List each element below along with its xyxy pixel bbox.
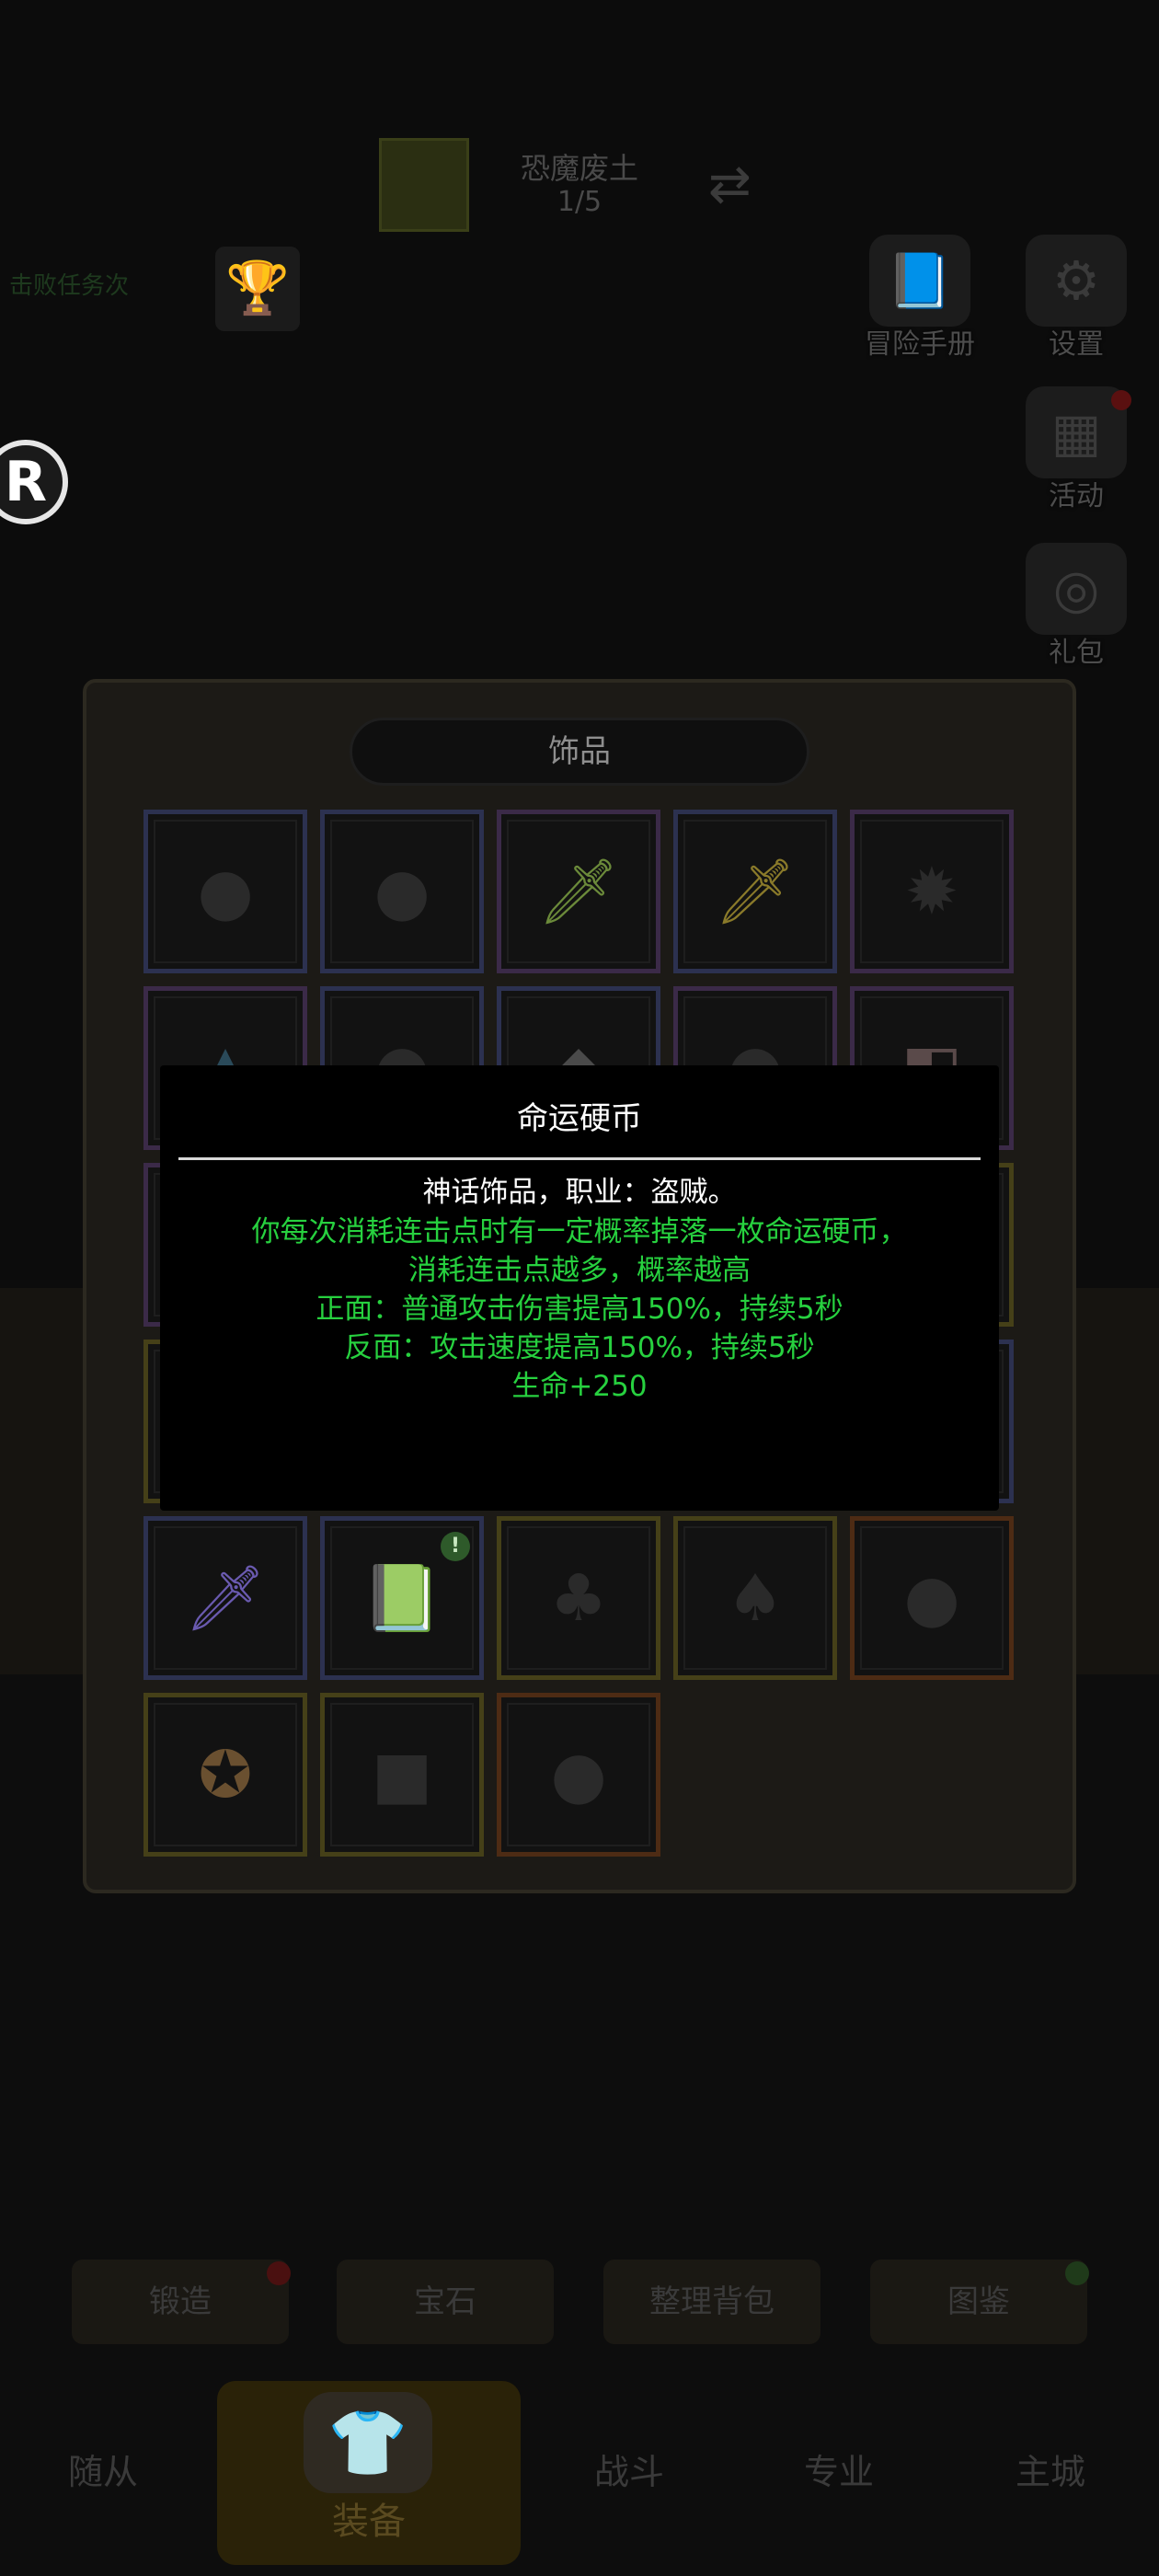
gem-button[interactable]: 宝石	[337, 2260, 554, 2344]
gift-pack-label: 礼包	[1049, 637, 1104, 669]
tooltip-line: 反面：攻击速度提高150%，持续5秒	[344, 1331, 815, 1364]
tooltip-line: 你每次消耗连击点时有一定概率掉落一枚命运硬币，	[251, 1215, 908, 1248]
right-strip	[1076, 1288, 1159, 1674]
accessory-slot[interactable]: ●	[320, 810, 484, 973]
accessory-silhouette-icon: ●	[197, 854, 254, 929]
codex-button[interactable]: 图鉴	[870, 2260, 1087, 2344]
tooltip-subtitle: 神话饰品，职业：盗贼。	[422, 1176, 737, 1209]
zone-name: 恐魔废土	[520, 151, 638, 186]
codex-badge	[1065, 2261, 1089, 2285]
adventure-handbook-label: 冒险手册	[865, 328, 975, 361]
forge-button[interactable]: 锻造	[72, 2260, 289, 2344]
coin-icon: ✪	[198, 1737, 253, 1812]
accessory-slot[interactable]: 🗡	[497, 810, 660, 973]
zone-icon[interactable]	[379, 138, 469, 232]
accessory-silhouette-icon: ●	[550, 1737, 607, 1812]
tooltip-line: 消耗连击点越多，概率越高	[408, 1254, 751, 1287]
accessory-silhouette-icon: ♠	[726, 1560, 785, 1636]
tooltip-title: 命运硬币	[517, 1100, 642, 1137]
new-item-badge: !	[441, 1532, 470, 1561]
gift-pack-button[interactable]: ◎ 礼包	[1016, 543, 1136, 670]
accessory-silhouette-icon: ■	[371, 1737, 433, 1812]
tooltip-line: 生命+250	[511, 1370, 648, 1403]
nav-profession[interactable]: 专业	[804, 2444, 874, 2494]
accessory-slot[interactable]: ●	[850, 1516, 1014, 1680]
book-icon: 📘	[869, 235, 970, 327]
left-strip	[0, 1288, 83, 1674]
accessory-silhouette-icon: ●	[903, 1560, 960, 1636]
settings-label: 设置	[1049, 328, 1104, 361]
activity-notification-badge	[1111, 390, 1131, 410]
accessory-silhouette-icon: ●	[373, 854, 430, 929]
accessory-slot[interactable]: ♠	[673, 1516, 837, 1680]
forge-badge	[267, 2261, 291, 2285]
accessory-slot[interactable]: ■	[320, 1693, 484, 1857]
accessory-slot[interactable]: 🗡	[143, 1516, 307, 1680]
tooltip-description: 你每次消耗连击点时有一定概率掉落一枚命运硬币， 消耗连击点越多，概率越高 正面：…	[160, 1213, 999, 1406]
gear-icon: ⚙	[1026, 235, 1127, 327]
adventure-handbook-button[interactable]: 📘 冒险手册	[855, 235, 984, 362]
trophy-icon[interactable]: 🏆	[215, 247, 300, 331]
tooltip-line: 正面：普通攻击伤害提高150%，持续5秒	[316, 1293, 843, 1326]
accessory-silhouette-icon: ✹	[904, 854, 959, 929]
dagger-icon: 🗡	[184, 1559, 267, 1636]
accessory-slot[interactable]: 📗 !	[320, 1516, 484, 1680]
nav-equipment-label: 装备	[332, 2501, 406, 2543]
accessory-slot[interactable]: 🗡	[673, 810, 837, 973]
dagger-icon: 🗡	[537, 853, 620, 929]
nav-followers[interactable]: 随从	[68, 2444, 138, 2494]
panel-title: 饰品	[350, 718, 809, 786]
tome-icon: 📗	[361, 1559, 442, 1636]
dagger-icon: 🗡	[714, 853, 797, 929]
nav-battle[interactable]: 战斗	[594, 2444, 664, 2494]
gift-icon: ◎	[1026, 543, 1127, 635]
accessory-slot[interactable]: ♣	[497, 1516, 660, 1680]
switch-zone-icon[interactable]: ⇄	[708, 155, 752, 214]
accessory-slot[interactable]: ●	[143, 810, 307, 973]
accessory-slot-fate-coin[interactable]: ✪	[143, 1693, 307, 1857]
activity-label: 活动	[1049, 480, 1104, 512]
settings-button[interactable]: ⚙ 设置	[1016, 235, 1136, 362]
quest-text: 击败任务次	[9, 272, 130, 300]
accessory-silhouette-icon: ♣	[549, 1560, 608, 1636]
item-tooltip: 命运硬币 神话饰品，职业：盗贼。 你每次消耗连击点时有一定概率掉落一枚命运硬币，…	[160, 1065, 999, 1511]
accessory-slot[interactable]: ✹	[850, 810, 1014, 973]
zone-progress: 1/5	[557, 186, 602, 218]
nav-main-city[interactable]: 主城	[1016, 2444, 1085, 2494]
armor-icon: 👕	[304, 2392, 432, 2493]
tooltip-divider	[178, 1157, 981, 1160]
sort-bag-button[interactable]: 整理背包	[603, 2260, 820, 2344]
accessory-slot[interactable]: ●	[497, 1693, 660, 1857]
